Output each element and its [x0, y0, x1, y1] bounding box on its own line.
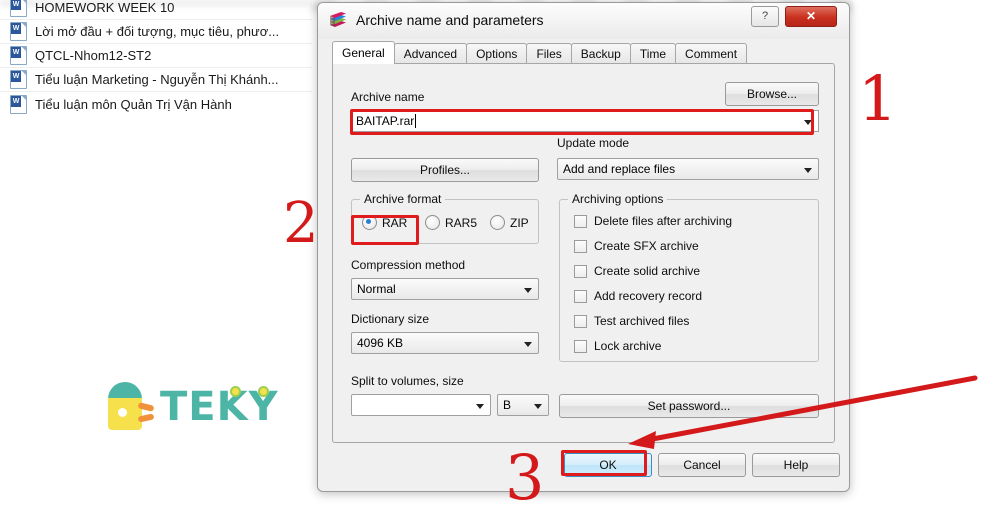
update-mode-dropdown[interactable]: Add and replace files [557, 158, 819, 180]
add-recovery-record-checkbox[interactable]: Add recovery record [574, 289, 702, 303]
test-archived-files-checkbox[interactable]: Test archived files [574, 314, 689, 328]
file-name: QTCL-Nhom12-ST2 [35, 48, 152, 63]
delete-files-after-archiving-checkbox[interactable]: Delete files after archiving [574, 214, 732, 228]
archive-name-input[interactable]: BAITAP.rar [351, 110, 819, 132]
checkbox-label: Add recovery record [594, 289, 703, 303]
dictionary-size-value: 4096 KB [357, 336, 404, 350]
robot-mascot-icon [108, 382, 155, 430]
radio-label: ZIP [510, 215, 529, 230]
teky-logo: TEKY [108, 378, 278, 432]
archive-format-label: Archive format [360, 192, 446, 206]
annotation-number-1: 1 [858, 62, 898, 135]
chevron-down-icon[interactable] [804, 168, 812, 173]
split-volumes-unit-dropdown[interactable]: B [497, 394, 549, 416]
compression-method-label: Compression method [351, 258, 466, 272]
dictionary-size-label: Dictionary size [351, 312, 430, 326]
update-mode-value: Add and replace files [563, 162, 676, 176]
file-name: Lời mở đầu + đối tượng, mục tiêu, phươ..… [35, 24, 280, 39]
radio-label: RAR5 [445, 215, 478, 230]
compression-method-dropdown[interactable]: Normal [351, 278, 539, 300]
split-volumes-unit-value: B [503, 398, 512, 412]
checkbox-icon [574, 314, 587, 328]
archiving-options-label: Archiving options [568, 192, 668, 206]
tab-options[interactable]: Options [466, 43, 528, 64]
tab-strip[interactable]: General Advanced Options Files Backup Ti… [332, 41, 835, 64]
annotation-number-2: 2 [283, 191, 319, 256]
list-item[interactable]: QTCL-Nhom12-ST2 [0, 44, 312, 68]
radio-label: RAR [382, 215, 408, 230]
archive-format-group: Archive format RAR RAR5 ZIP [351, 192, 539, 244]
chevron-down-icon[interactable] [534, 404, 542, 409]
lock-archive-checkbox[interactable]: Lock archive [574, 339, 661, 353]
checkbox-label: Lock archive [594, 339, 662, 353]
checkbox-label: Create solid archive [594, 264, 701, 278]
titlebar-help-button[interactable]: ? [751, 6, 779, 27]
dialog-titlebar[interactable]: Archive name and parameters ? ✕ [318, 3, 849, 39]
file-name: HOMEWORK WEEK 10 [35, 0, 175, 15]
split-volumes-input[interactable] [351, 394, 491, 416]
archive-format-zip-radio[interactable]: ZIP [490, 215, 529, 230]
list-item[interactable]: Lời mở đầu + đối tượng, mục tiêu, phươ..… [0, 20, 312, 44]
word-doc-icon [10, 0, 27, 17]
tab-files[interactable]: Files [526, 43, 572, 64]
robot-eye [118, 408, 127, 417]
create-solid-archive-checkbox[interactable]: Create solid archive [574, 264, 700, 278]
checkbox-icon [574, 239, 587, 253]
tab-comment[interactable]: Comment [675, 43, 748, 64]
text-cursor [415, 114, 417, 128]
word-doc-icon [10, 46, 27, 65]
split-volumes-label: Split to volumes, size [351, 374, 464, 388]
checkbox-icon [574, 264, 587, 278]
archive-format-rar5-radio[interactable]: RAR5 [425, 215, 477, 230]
file-name: Tiểu luận môn Quản Trị Vận Hành [35, 96, 232, 112]
list-item[interactable]: Tiểu luận Marketing - Nguyễn Thị Khánh..… [0, 68, 312, 92]
robot-head [108, 382, 142, 399]
checkbox-label: Delete files after archiving [594, 214, 733, 228]
dictionary-size-dropdown[interactable]: 4096 KB [351, 332, 539, 354]
word-doc-icon [10, 70, 27, 89]
browse-button[interactable]: Browse... [725, 82, 819, 106]
explorer-file-list[interactable]: HOMEWORK WEEK 10 Lời mở đầu + đối tượng,… [0, 0, 313, 520]
radio-dot-icon [362, 215, 377, 230]
checkbox-icon [574, 339, 587, 353]
checkbox-icon [574, 214, 587, 228]
archive-name-value: BAITAP.rar [356, 114, 415, 128]
archiving-options-group: Archiving options Delete files after arc… [559, 192, 819, 362]
antenna-right-icon [258, 386, 269, 397]
radio-dot-icon [425, 215, 440, 230]
close-icon[interactable]: ✕ [785, 6, 837, 27]
archive-name-label: Archive name [351, 90, 425, 104]
tab-general[interactable]: General [332, 41, 395, 64]
archive-format-rar-radio[interactable]: RAR [362, 215, 407, 230]
dialog-title: Archive name and parameters [356, 12, 544, 28]
annotation-number-3: 3 [505, 441, 545, 514]
checkbox-label: Create SFX archive [594, 239, 699, 253]
compression-method-value: Normal [357, 282, 396, 296]
chevron-down-icon[interactable] [804, 120, 812, 125]
word-doc-icon [10, 94, 27, 114]
checkbox-icon [574, 289, 587, 303]
list-item[interactable]: Tiểu luận môn Quản Trị Vận Hành [0, 92, 312, 116]
checkbox-label: Test archived files [594, 314, 690, 328]
chevron-down-icon[interactable] [524, 342, 532, 347]
tab-backup[interactable]: Backup [570, 43, 631, 64]
antenna-left-icon [230, 386, 241, 397]
list-item[interactable]: HOMEWORK WEEK 10 [0, 0, 312, 20]
annotation-arrow-to-ok [628, 375, 978, 449]
profiles-button[interactable]: Profiles... [351, 158, 539, 182]
tab-advanced[interactable]: Advanced [393, 43, 468, 64]
word-doc-icon [10, 22, 27, 41]
chevron-down-icon[interactable] [524, 288, 532, 293]
radio-dot-icon [490, 215, 505, 230]
winrar-books-icon [330, 12, 346, 27]
chevron-down-icon[interactable] [476, 404, 484, 409]
file-name: Tiểu luận Marketing - Nguyễn Thị Khánh..… [35, 72, 279, 87]
update-mode-label: Update mode [557, 136, 630, 150]
tab-time[interactable]: Time [629, 43, 677, 64]
create-sfx-archive-checkbox[interactable]: Create SFX archive [574, 239, 699, 253]
